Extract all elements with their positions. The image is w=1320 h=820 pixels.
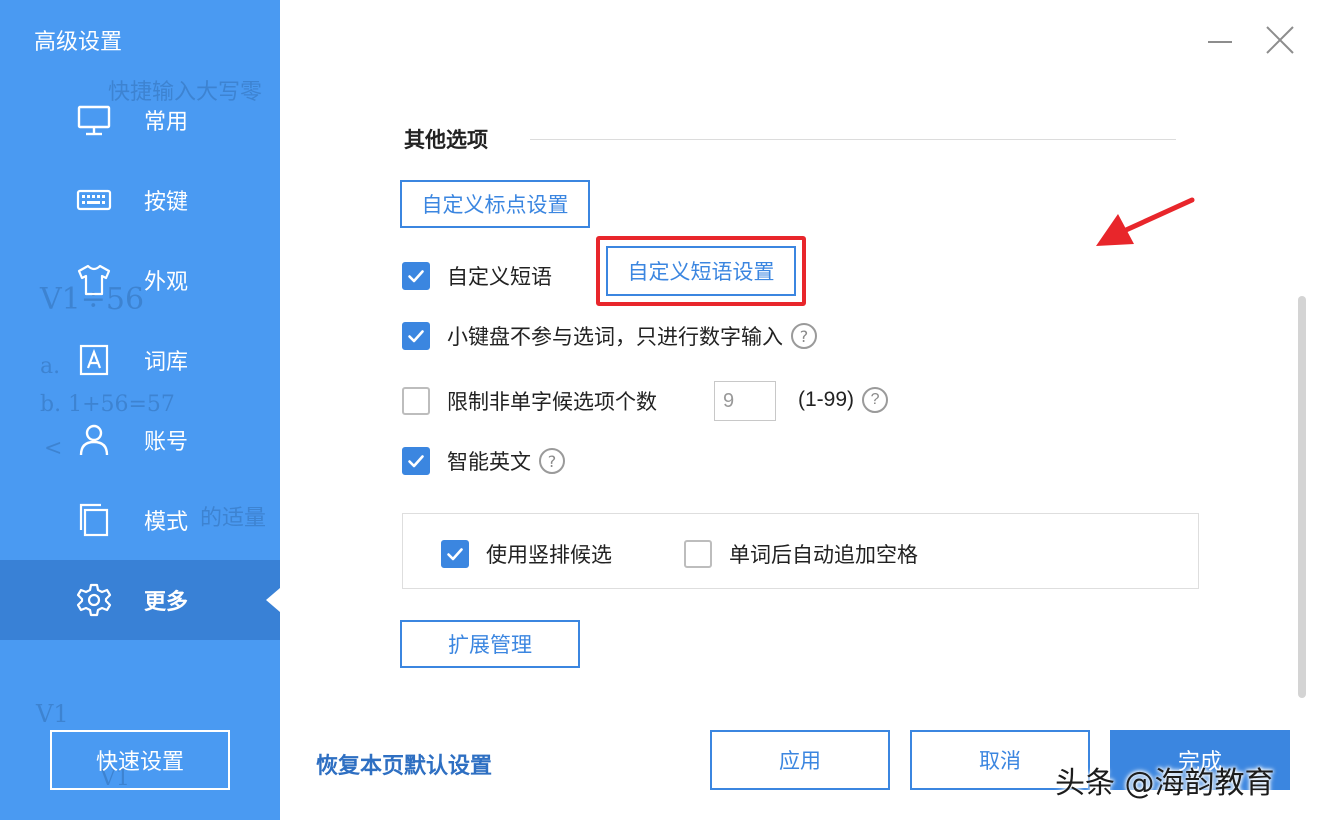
custom-phrase-option: 自定义短语 bbox=[402, 261, 552, 291]
reset-defaults-link[interactable]: 恢复本页默认设置 bbox=[316, 748, 492, 780]
close-icon[interactable] bbox=[1264, 24, 1296, 56]
sidebar-item-appearance[interactable]: 外观 bbox=[0, 240, 280, 320]
section-title: 其他选项 bbox=[404, 128, 488, 152]
pages-icon bbox=[79, 503, 109, 537]
sidebar-item-dictionary[interactable]: 词库 bbox=[0, 320, 280, 400]
limit-candidates-label: 限制非单字候选项个数 bbox=[447, 390, 657, 414]
sidebar: 快捷输入大写零 V1÷56 a. b. 1+56=57 < 的适量 表了。 V1… bbox=[0, 0, 280, 820]
scrollbar[interactable] bbox=[1298, 296, 1306, 698]
range-hint: (1-99) ? bbox=[798, 387, 889, 413]
sidebar-item-label: 更多 bbox=[144, 590, 189, 615]
checkmark-icon bbox=[408, 270, 424, 283]
sidebar-item-mode[interactable]: 模式 bbox=[0, 480, 280, 560]
smart-english-checkbox[interactable] bbox=[402, 447, 430, 475]
quick-settings-button[interactable]: 快速设置 bbox=[50, 730, 230, 790]
sidebar-item-label: 外观 bbox=[144, 270, 189, 295]
help-icon[interactable]: ? bbox=[791, 323, 817, 349]
keyboard-icon bbox=[76, 189, 112, 211]
english-options-panel: 使用竖排候选 单词后自动追加空格 bbox=[402, 513, 1199, 589]
apply-button[interactable]: 应用 bbox=[710, 730, 890, 790]
dictionary-icon bbox=[79, 344, 109, 376]
monitor-icon bbox=[77, 105, 111, 136]
candidate-count-input[interactable] bbox=[714, 381, 776, 421]
watermark: 头条 @海韵教育 bbox=[1055, 766, 1275, 801]
sidebar-item-account[interactable]: 账号 bbox=[0, 400, 280, 480]
sidebar-item-more[interactable]: 更多 bbox=[0, 560, 280, 640]
checkmark-icon bbox=[408, 330, 424, 343]
custom-phrase-checkbox[interactable] bbox=[402, 262, 430, 290]
help-icon[interactable]: ? bbox=[862, 387, 889, 413]
custom-phrase-label: 自定义短语 bbox=[447, 265, 552, 289]
sidebar-item-label: 常用 bbox=[144, 110, 189, 135]
sidebar-title: 高级设置 bbox=[34, 30, 123, 55]
smart-english-label: 智能英文 bbox=[447, 450, 531, 474]
auto-space-checkbox[interactable] bbox=[684, 540, 712, 568]
highlight-frame bbox=[596, 236, 806, 306]
range-label: (1-99) bbox=[798, 388, 855, 411]
help-icon[interactable]: ? bbox=[539, 448, 565, 474]
smart-english-option: 智能英文 ? bbox=[402, 446, 565, 476]
numpad-option: 小键盘不参与选词，只进行数字输入 ? bbox=[402, 321, 817, 351]
arrow-annotation-icon bbox=[1096, 197, 1195, 246]
checkmark-icon bbox=[447, 548, 463, 561]
auto-space-label: 单词后自动追加空格 bbox=[729, 543, 918, 567]
auto-space-option: 单词后自动追加空格 bbox=[684, 539, 918, 569]
vertical-candidates-option: 使用竖排候选 bbox=[441, 539, 612, 569]
sidebar-item-keys[interactable]: 按键 bbox=[0, 160, 280, 240]
sidebar-item-label: 账号 bbox=[144, 430, 189, 455]
settings-panel: 其他选项 自定义标点设置 自定义短语 自定义短语设置 小键盘不参与选词，只进行数… bbox=[280, 0, 1320, 820]
active-pointer bbox=[266, 588, 280, 612]
sidebar-item-label: 模式 bbox=[144, 510, 189, 535]
ghost-text: V1 bbox=[36, 700, 69, 728]
numpad-checkbox[interactable] bbox=[402, 322, 430, 350]
tshirt-icon bbox=[77, 264, 111, 296]
extension-manager-button[interactable]: 扩展管理 bbox=[400, 620, 580, 668]
limit-candidates-checkbox[interactable] bbox=[402, 387, 430, 415]
custom-punctuation-button[interactable]: 自定义标点设置 bbox=[400, 180, 590, 228]
checkmark-icon bbox=[408, 455, 424, 468]
section-divider bbox=[530, 139, 1176, 140]
gear-icon bbox=[76, 583, 112, 617]
sidebar-item-label: 按键 bbox=[144, 190, 189, 215]
limit-candidates-option: 限制非单字候选项个数 bbox=[402, 386, 657, 416]
minimize-button[interactable] bbox=[1206, 22, 1234, 58]
vertical-candidates-label: 使用竖排候选 bbox=[486, 543, 612, 567]
sidebar-item-label: 词库 bbox=[144, 350, 189, 375]
vertical-candidates-checkbox[interactable] bbox=[441, 540, 469, 568]
sidebar-item-common[interactable]: 常用 bbox=[0, 80, 280, 160]
numpad-label: 小键盘不参与选词，只进行数字输入 bbox=[447, 325, 783, 349]
user-icon bbox=[79, 424, 109, 456]
